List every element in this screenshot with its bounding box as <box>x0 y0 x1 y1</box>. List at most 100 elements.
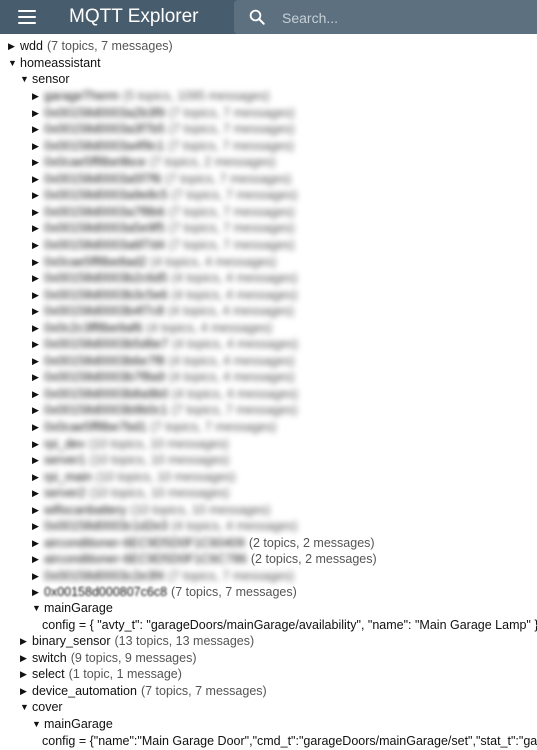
collapsed-arrow-icon: ▶ <box>32 289 39 300</box>
tree-node-last-sensor[interactable]: ▶ 0x00158d000807c6c8 (7 topics, 7 messages… <box>32 584 297 600</box>
collapsed-arrow-icon: ▶ <box>32 273 39 284</box>
tree-node-label: airconditioner-6EC9D5D0F1C6C786 <box>44 552 247 567</box>
tree-node-meta: (4 topics, 4 messages) <box>172 337 299 352</box>
tree-node-sensor-child[interactable]: ▶ 0x0cae5ff8be7bd1 (7 topics, 7 messages) <box>32 419 276 435</box>
tree-node-meta: (7 topics, 7 messages) <box>168 204 295 219</box>
tree-node-sensor-child[interactable]: ▶ 0x00158d0003c1d2e3 (4 topics, 4 messages… <box>32 518 297 534</box>
collapsed-arrow-icon: ▶ <box>32 438 39 449</box>
collapsed-arrow-icon: ▶ <box>20 636 27 646</box>
tree-node-sensor-child[interactable]: ▶ 0x00158d0003b5d6e7 (4 topics, 4 messages… <box>32 336 298 352</box>
tree-node-mainGarage-cover[interactable]: ▼ mainGarage <box>32 716 113 732</box>
tree-node-meta: (4 topics, 4 messages) <box>172 386 299 401</box>
tree-node-label: 0x0cae5ff8be8ad2 <box>44 254 147 269</box>
collapsed-arrow-icon: ▶ <box>32 306 39 317</box>
collapsed-arrow-icon: ▶ <box>32 190 39 201</box>
collapsed-arrow-icon: ▶ <box>32 124 39 135</box>
tree-node-sensor-child[interactable]: ▶ wifiscanbattery (10 topics, 10 messages) <box>32 502 270 518</box>
tree-node-label: 0x0cae5ff8be7bd1 <box>44 420 147 434</box>
tree-node-meta: (4 topics, 4 messages) <box>150 254 277 269</box>
tree-node-meta: (7 topics, 7 messages) <box>171 188 298 203</box>
collapsed-arrow-icon: ▶ <box>32 322 39 333</box>
tree-node-sensor-child[interactable]: ▶ 0x0cae5ff8be9bce (7 topics, 2 messages) <box>32 154 276 170</box>
tree-node-sensor-child[interactable]: ▶ garageTherm (5 topics, 1095 messages) <box>32 88 270 104</box>
tree-node-label: 0x00158d0003b3c5e6 <box>44 287 168 302</box>
tree-node-sensor-child[interactable]: ▶ server2 (10 topics, 10 messages) <box>32 485 229 501</box>
mainGarage-sensor-config[interactable]: config = { "avty_t": "garageDoors/mainGa… <box>42 617 537 633</box>
tree-node-meta: (4 topics, 4 messages) <box>168 353 295 368</box>
tree-node-sensor-child[interactable]: ▶ rpi_main (10 topics, 10 messages) <box>32 469 236 485</box>
tree-node-mainGarage-sensor[interactable]: ▼ mainGarage <box>32 600 113 616</box>
collapsed-arrow-icon: ▶ <box>32 504 39 515</box>
tree-node-meta: (4 topics, 4 messages) <box>171 519 298 534</box>
app-title: MQTT Explorer <box>69 6 199 27</box>
collapsed-arrow-icon: ▶ <box>32 488 39 499</box>
tree-node-sensor-child[interactable]: ▶ 0x00158d0003a4f9c1 (7 topics, 7 messages… <box>32 138 294 154</box>
tree-node-sensor-child[interactable]: ▶ airconditioner-6EC9D5D0F1C60409 (2 topic… <box>32 535 375 551</box>
tree-node-label: 0x00158d0003a2b3f9 <box>44 105 165 120</box>
tree-node-sensor-child[interactable]: ▶ 0x00158d0003a5f7f6 (7 topics, 7 messages… <box>32 171 291 187</box>
tree-node-sensor-child[interactable]: ▶ 0x00158d0003b2c6d5 (4 topics, 4 messages… <box>32 270 297 286</box>
tree-node-label: 0x00158d0003a5e9f5 <box>44 221 165 236</box>
tree-node-label: rpi_main <box>44 469 92 484</box>
tree-node-binary-sensor[interactable]: ▶ binary_sensor (13 topics, 13 messages) <box>20 633 254 649</box>
tree-node-sensor-child[interactable]: ▶ 0x00158d0003b4f7c8 (4 topics, 4 messages… <box>32 303 294 319</box>
tree-node-sensor-child[interactable]: ▶ 0x00158d0003b8a9b0 (4 topics, 4 messages… <box>32 386 298 402</box>
tree-node-sensor-child[interactable]: ▶ 0x0cae5ff8be8ad2 (4 topics, 4 messages) <box>32 254 276 270</box>
search-input[interactable] <box>280 7 524 29</box>
collapsed-arrow-icon: ▶ <box>32 405 39 416</box>
tree-node-sensor-child[interactable]: ▶ 0x00158d0003a6f7d4 (7 topics, 7 messages… <box>32 237 295 253</box>
tree-node-label: 0x00158d0003a4f9c1 <box>44 138 165 153</box>
collapsed-arrow-icon: ▶ <box>32 223 39 234</box>
tree-node-cover[interactable]: ▼ cover <box>20 699 63 715</box>
tree-node-device-automation[interactable]: ▶ device_automation (7 topics, 7 messages) <box>20 683 267 699</box>
tree-node-wdd[interactable]: ▶ wdd (7 topics, 7 messages) <box>8 38 173 54</box>
tree-node-sensor-child[interactable]: ▶ rpi_dev (10 topics, 10 messages) <box>32 436 229 452</box>
tree-node-sensor-child[interactable]: ▶ 0x00158d0003a9e8c5 (7 topics, 7 messages… <box>32 187 297 203</box>
tree-node-meta: (4 topics, 4 messages) <box>171 271 298 286</box>
tree-node-sensor-child[interactable]: ▶ 0x00158d0003a7f8b6 (7 topics, 7 messages… <box>32 204 295 220</box>
tree-node-meta: (10 topics, 10 messages) <box>95 469 236 484</box>
tree-node-meta: (10 topics, 10 messages) <box>130 502 271 517</box>
tree-node-sensor-child[interactable]: ▶ 0x00158d0003c2e3f4 (7 topics, 7 messages… <box>32 568 294 584</box>
mainGarage-cover-config[interactable]: config = {"name":"Main Garage Door","cmd… <box>42 733 537 749</box>
tree-node-label: 0x0cae5ff8be9bce <box>44 155 146 170</box>
tree-node-label: 0x00158d0003a5f7f6 <box>44 171 162 186</box>
tree-node-homeassistant[interactable]: ▼ homeassistant <box>8 55 101 71</box>
tree-node-meta: (7 topics, 7 messages) <box>168 105 295 120</box>
menu-icon[interactable] <box>18 10 36 24</box>
tree-node-sensor[interactable]: ▼ sensor <box>20 71 70 87</box>
tree-node-label: 0x00158d0003b7f8a9 <box>44 370 165 385</box>
tree-node-meta: (2 topics, 2 messages) <box>250 552 377 567</box>
tree-node-label: server2 <box>44 486 86 501</box>
search-box[interactable] <box>234 0 537 34</box>
collapsed-arrow-icon: ▶ <box>32 91 39 101</box>
tree-node-label: airconditioner-6EC9D5D0F1C60409 <box>44 535 245 550</box>
tree-node-meta: (10 topics, 10 messages) <box>89 453 230 468</box>
collapsed-arrow-icon: ▶ <box>32 455 39 466</box>
tree-node-sensor-child[interactable]: ▶ airconditioner-6EC9D5D0F1C6C786 (2 topic… <box>32 551 377 567</box>
collapsed-arrow-icon: ▶ <box>20 686 27 696</box>
tree-node-sensor-child[interactable]: ▶ 0x00158d0003b9b0c1 (7 topics, 7 messages… <box>32 402 297 418</box>
tree-node-meta: (2 topics, 2 messages) <box>248 535 375 550</box>
expanded-arrow-icon: ▼ <box>8 58 17 68</box>
tree-node-sensor-child[interactable]: ▶ 0x00158d0003b7f8a9 (4 topics, 4 messages… <box>32 369 295 385</box>
collapsed-arrow-icon: ▶ <box>32 157 39 168</box>
tree-node-sensor-child[interactable]: ▶ 0x00158d0003a5e9f5 (7 topics, 7 messages… <box>32 220 295 236</box>
collapsed-arrow-icon: ▶ <box>32 388 39 399</box>
tree-node-sensor-child[interactable]: ▶ 0x00158d0003a3f7b5 (7 topics, 7 messages… <box>32 121 295 137</box>
collapsed-arrow-icon: ▶ <box>32 107 39 118</box>
tree-node-select[interactable]: ▶ select (1 topic, 1 message) <box>20 666 182 682</box>
tree-node-meta: (7 topics, 7 messages) <box>150 420 277 434</box>
tree-node-sensor-child[interactable]: ▶ 0x00158d0003b6e7f8 (4 topics, 4 messages… <box>32 353 295 369</box>
collapsed-arrow-icon: ▶ <box>32 372 39 383</box>
tree-node-sensor-child[interactable]: ▶ 0x00158d0003b3c5e6 (4 topics, 4 messages… <box>32 287 297 303</box>
tree-node-meta: (5 topics, 1095 messages) <box>123 89 270 103</box>
tree-node-sensor-child[interactable]: ▶ server1 (10 topics, 10 messages) <box>32 452 229 468</box>
tree-node-label: 0x00158d0003a6f7d4 <box>44 238 165 252</box>
tree-node-sensor-child[interactable]: ▶ 0x0c2c3ff8be9af6 (4 topics, 4 messages) <box>32 320 272 336</box>
expanded-arrow-icon: ▼ <box>20 702 29 712</box>
tree-node-switch[interactable]: ▶ switch (9 topics, 9 messages) <box>20 650 196 666</box>
tree-node-sensor-child[interactable]: ▶ 0x00158d0003a2b3f9 (7 topics, 7 messages… <box>32 105 295 121</box>
tree-node-label: 0x00158d0003c1d2e3 <box>44 519 168 534</box>
tree-node-meta: (7 topics, 7 messages) <box>171 403 298 418</box>
